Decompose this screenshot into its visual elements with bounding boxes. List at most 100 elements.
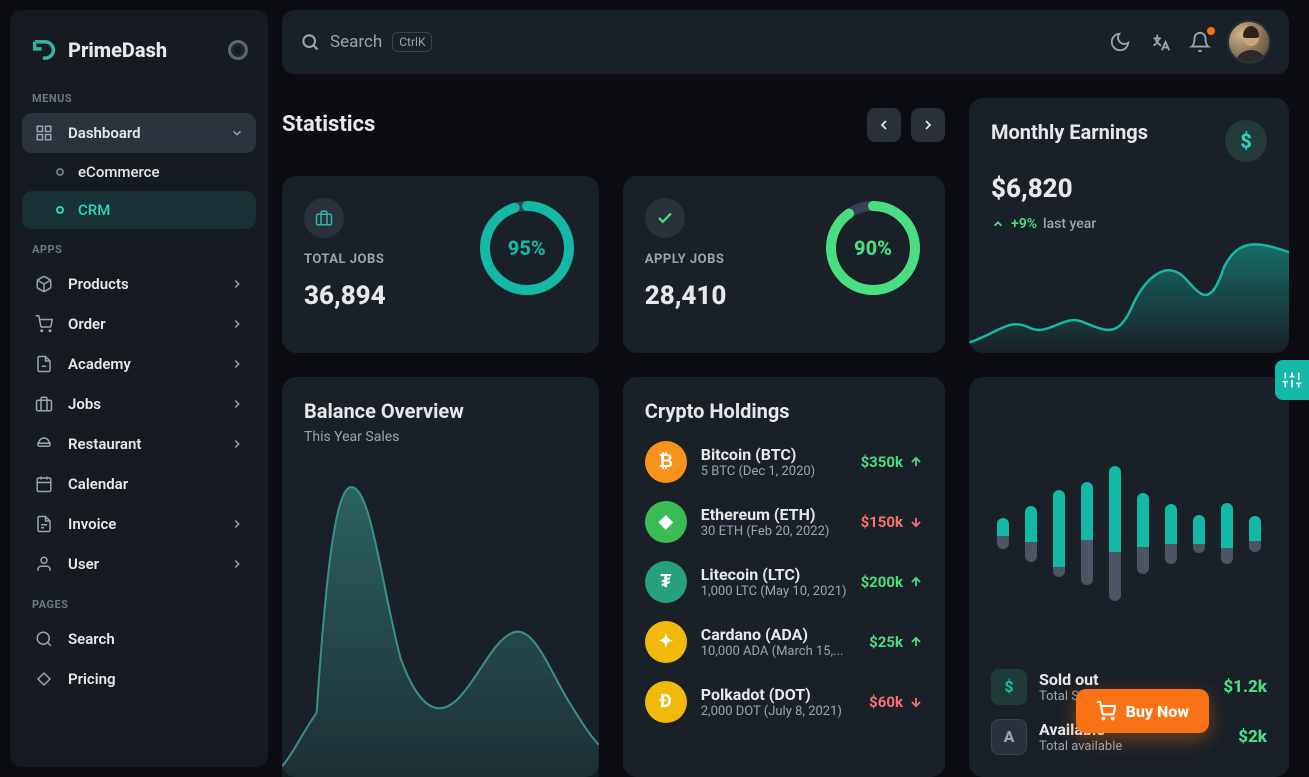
tag-icon <box>34 669 54 689</box>
earnings-title: Monthly Earnings <box>991 120 1148 144</box>
crypto-item[interactable]: ◆ Ethereum (ETH) 30 ETH (Feb 20, 2022) $… <box>645 501 923 543</box>
bar-top <box>1249 516 1261 541</box>
crypto-list: ₿ Bitcoin (BTC) 5 BTC (Dec 1, 2020) $350… <box>645 441 923 723</box>
bar-top <box>997 518 1009 536</box>
stat-ring-label: 95% <box>477 198 577 298</box>
dollar-icon: $ <box>1225 120 1267 162</box>
brand-logo-icon <box>30 36 58 64</box>
bullet-icon <box>56 206 64 214</box>
crypto-title: Crypto Holdings <box>645 399 923 423</box>
coin-icon: ✦ <box>645 621 687 663</box>
buy-now-label: Buy Now <box>1126 702 1189 721</box>
summary-value: $1.2k <box>1223 677 1267 697</box>
stat-card-total-jobs: TOTAL JOBS 36,894 95% <box>282 176 599 353</box>
bar-top <box>1221 503 1233 548</box>
sidebar-item-restaurant[interactable]: Restaurant <box>22 424 256 464</box>
notification-badge-icon <box>1207 27 1215 35</box>
moon-icon <box>1109 31 1131 53</box>
sidebar-section-menus: MENUS <box>22 78 256 113</box>
coin-icon: ◆ <box>645 501 687 543</box>
chevron-right-icon <box>230 437 244 451</box>
earnings-value: $6,820 <box>991 174 1267 204</box>
bar-pair <box>1221 503 1233 564</box>
arrow-up-icon <box>909 575 923 589</box>
stats-prev-button[interactable] <box>867 108 901 142</box>
arrow-up-icon <box>909 635 923 649</box>
crypto-name: Litecoin (LTC) <box>701 565 847 584</box>
settings-fab[interactable] <box>1275 360 1309 400</box>
sidebar-subitem-ecommerce[interactable]: eCommerce <box>22 153 256 191</box>
sidebar-item-dashboard[interactable]: Dashboard <box>22 113 256 153</box>
briefcase-icon <box>304 198 344 238</box>
bar-pair <box>1109 466 1121 601</box>
chevron-right-icon <box>230 357 244 371</box>
topbar: Search CtrlK <box>282 10 1289 74</box>
chevron-down-icon <box>230 126 244 140</box>
coin-icon: ₮ <box>645 561 687 603</box>
sidebar-item-label: Jobs <box>68 395 101 413</box>
sidebar-item-pricing[interactable]: Pricing <box>22 659 256 699</box>
sidebar-item-label: Order <box>68 315 106 333</box>
stats-next-button[interactable] <box>911 108 945 142</box>
search-trigger[interactable]: Search CtrlK <box>300 32 432 52</box>
stat-value: 28,410 <box>645 281 727 311</box>
chevron-right-icon <box>920 117 936 133</box>
sidebar-item-calendar[interactable]: Calendar <box>22 464 256 504</box>
balance-overview-card: Balance Overview This Year Sales <box>282 377 599 777</box>
sidebar-item-academy[interactable]: Academy <box>22 344 256 384</box>
file-icon <box>34 354 54 374</box>
avatar[interactable] <box>1227 20 1271 64</box>
sidebar-item-user[interactable]: User <box>22 544 256 584</box>
search-icon <box>300 32 320 52</box>
crypto-name: Polkadot (DOT) <box>701 685 855 704</box>
crypto-item[interactable]: ₿ Bitcoin (BTC) 5 BTC (Dec 1, 2020) $350… <box>645 441 923 483</box>
bar-top <box>1193 515 1205 544</box>
bar-pair <box>1025 506 1037 562</box>
sidebar-section-apps: APPS <box>22 229 256 264</box>
bar-bottom <box>1081 540 1093 585</box>
bar-pair <box>1249 516 1261 552</box>
stat-ring: 90% <box>823 198 923 298</box>
crypto-item[interactable]: ₮ Litecoin (LTC) 1,000 LTC (May 10, 2021… <box>645 561 923 603</box>
sidebar-subitem-crm[interactable]: CRM <box>22 191 256 229</box>
box-icon <box>34 274 54 294</box>
sidebar-item-search[interactable]: Search <box>22 619 256 659</box>
brand[interactable]: PrimeDash <box>22 28 256 78</box>
bar-bottom <box>1193 544 1205 553</box>
crypto-item[interactable]: Ð Polkadot (DOT) 2,000 DOT (July 8, 2021… <box>645 681 923 723</box>
sidebar-item-products[interactable]: Products <box>22 264 256 304</box>
bar-top <box>1025 506 1037 542</box>
calendar-icon <box>34 474 54 494</box>
language-toggle[interactable] <box>1147 29 1173 55</box>
sidebar-item-jobs[interactable]: Jobs <box>22 384 256 424</box>
balance-subtitle: This Year Sales <box>304 429 577 445</box>
crypto-value: $350k <box>861 453 923 471</box>
bar-top <box>1165 504 1177 545</box>
sidebar-collapse-toggle-icon[interactable] <box>228 40 248 60</box>
chevron-left-icon <box>876 117 892 133</box>
buy-now-button[interactable]: Buy Now <box>1076 689 1209 733</box>
food-icon <box>34 434 54 454</box>
sidebar-item-order[interactable]: Order <box>22 304 256 344</box>
cart-icon <box>34 314 54 334</box>
theme-toggle[interactable] <box>1107 29 1133 55</box>
briefcase-icon <box>34 394 54 414</box>
statistics-header: Statistics <box>282 98 945 152</box>
arrow-up-icon <box>991 217 1005 231</box>
sidebar-item-label: Search <box>68 630 115 648</box>
sidebar-item-invoice[interactable]: Invoice <box>22 504 256 544</box>
bar-bottom <box>1025 542 1037 562</box>
notifications-button[interactable] <box>1187 29 1213 55</box>
crypto-holdings-card: Crypto Holdings ₿ Bitcoin (BTC) 5 BTC (D… <box>623 377 945 777</box>
bar-pair <box>1137 493 1149 574</box>
bar-pair <box>1193 515 1205 553</box>
dollar-icon: $ <box>991 669 1027 705</box>
arrow-down-icon <box>909 695 923 709</box>
crypto-item[interactable]: ✦ Cardano (ADA) 10,000 ADA (March 15,...… <box>645 621 923 663</box>
summary-title: Sold out <box>1039 670 1211 689</box>
bar-top <box>1053 490 1065 567</box>
crypto-sub: 30 ETH (Feb 20, 2022) <box>701 524 847 539</box>
sidebar: PrimeDash MENUS Dashboard eCommerce CRM … <box>10 10 268 767</box>
bar-top <box>1137 493 1149 547</box>
summary-sub: Total available <box>1039 739 1226 754</box>
